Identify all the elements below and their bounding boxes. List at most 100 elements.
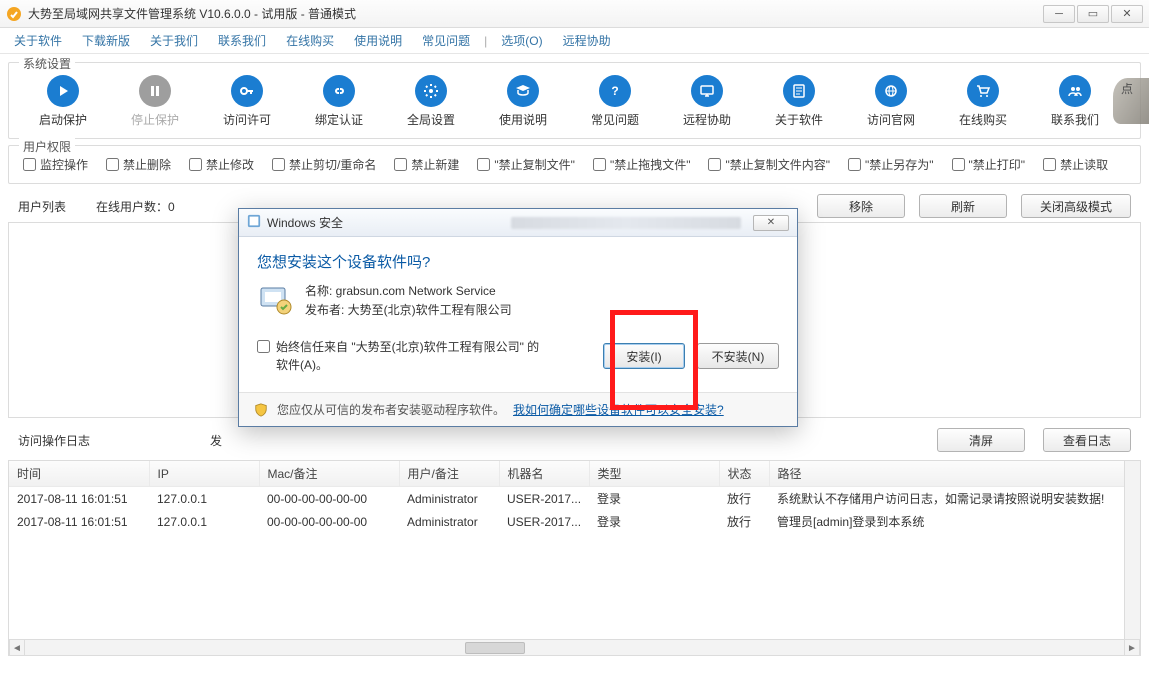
scroll-thumb[interactable] (465, 642, 525, 654)
svg-text:?: ? (611, 84, 618, 98)
perm-input[interactable] (708, 158, 721, 171)
toolbar-key[interactable]: 访问许可 (219, 75, 275, 128)
permission-checkbox[interactable]: "禁止拖拽文件" (593, 156, 691, 173)
toolbar-label: 关于软件 (775, 111, 823, 128)
key-icon (231, 75, 263, 107)
toolbar-play[interactable]: 启动保护 (35, 75, 91, 128)
install-button[interactable]: 安装(I) (603, 343, 685, 369)
perm-input[interactable] (952, 158, 965, 171)
maximize-button[interactable]: ▭ (1077, 5, 1109, 23)
menu-faq[interactable]: 常见问题 (416, 29, 476, 52)
log-header: 访问操作日志 发 清屏 查看日志 (8, 422, 1141, 458)
view-log-button[interactable]: 查看日志 (1043, 428, 1131, 452)
always-trust-input[interactable] (257, 340, 270, 353)
toolbar-link[interactable]: 绑定认证 (311, 75, 367, 128)
log-row[interactable]: 2017-08-11 16:01:51127.0.0.100-00-00-00-… (9, 487, 1140, 511)
perm-input[interactable] (106, 158, 119, 171)
permission-checkbox[interactable]: 监控操作 (23, 156, 88, 173)
perm-input[interactable] (23, 158, 36, 171)
menu-download[interactable]: 下载新版 (76, 29, 136, 52)
menu-contact[interactable]: 联系我们 (212, 29, 272, 52)
toolbar-people[interactable]: 联系我们 (1047, 75, 1103, 128)
permission-checkbox[interactable]: "禁止另存为" (848, 156, 934, 173)
permission-checkbox[interactable]: "禁止打印" (952, 156, 1026, 173)
dialog-footer-link[interactable]: 我如何确定哪些设备软件可以安全安装? (513, 401, 724, 418)
log-col-header[interactable]: 类型 (589, 461, 719, 487)
dialog-icon (247, 214, 261, 231)
permissions-section: 用户权限 监控操作禁止删除禁止修改禁止剪切/重命名禁止新建"禁止复制文件""禁止… (8, 145, 1141, 184)
dialog-name: 名称: grabsun.com Network Service (305, 282, 512, 301)
scroll-right-arrow[interactable]: ► (1124, 640, 1140, 656)
perm-input[interactable] (477, 158, 490, 171)
close-advanced-button[interactable]: 关闭高级模式 (1021, 194, 1131, 218)
windows-security-dialog: Windows 安全 ✕ 您想安装这个设备软件吗? 名称: grabsun.co… (238, 208, 798, 427)
toolbar-label: 在线购买 (959, 111, 1007, 128)
dont-install-button[interactable]: 不安装(N) (697, 343, 779, 369)
screen-icon (691, 75, 723, 107)
dialog-close-button[interactable]: ✕ (753, 215, 789, 231)
permission-checkbox[interactable]: 禁止新建 (394, 156, 459, 173)
toolbar-label: 联系我们 (1051, 111, 1099, 128)
permissions-row: 监控操作 禁止删除 禁止修改 禁止剪切/重命名 禁止新建 "禁止复制文件" "禁止拖拽文件"… (19, 152, 1130, 173)
toolbar-cart[interactable]: 在线购买 (955, 75, 1011, 128)
log-col-header[interactable]: Mac/备注 (259, 461, 399, 487)
menu-buy[interactable]: 在线购买 (280, 29, 340, 52)
toolbar-info[interactable]: 关于软件 (771, 75, 827, 128)
menu-remote[interactable]: 远程协助 (557, 29, 617, 52)
log-col-header[interactable]: 路径 (769, 461, 1139, 487)
log-row[interactable]: 2017-08-11 16:01:51127.0.0.100-00-00-00-… (9, 510, 1140, 533)
toolbar-gear[interactable]: 全局设置 (403, 75, 459, 128)
permission-checkbox[interactable]: "禁止复制文件内容" (708, 156, 830, 173)
toolbar-question[interactable]: ?常见问题 (587, 75, 643, 128)
user-list-buttons: 移除 刷新 关闭高级模式 (817, 194, 1131, 218)
perm-input[interactable] (1043, 158, 1056, 171)
log-table-container: 时间IPMac/备注用户/备注机器名类型状态路径 2017-08-11 16:0… (8, 460, 1141, 656)
permission-checkbox[interactable]: "禁止复制文件" (477, 156, 575, 173)
log-table[interactable]: 时间IPMac/备注用户/备注机器名类型状态路径 2017-08-11 16:0… (9, 461, 1140, 533)
toolbar-label: 远程协助 (683, 111, 731, 128)
vertical-scrollbar[interactable] (1124, 461, 1140, 639)
menu-about-software[interactable]: 关于软件 (8, 29, 68, 52)
perm-input[interactable] (189, 158, 202, 171)
perm-label: 禁止读取 (1060, 156, 1108, 173)
toolbar-screen[interactable]: 远程协助 (679, 75, 735, 128)
permission-checkbox[interactable]: 禁止修改 (189, 156, 254, 173)
permission-checkbox[interactable]: 禁止读取 (1043, 156, 1108, 173)
toolbar-grad[interactable]: 使用说明 (495, 75, 551, 128)
always-trust-checkbox[interactable]: 始终信任来自 "大势至(北京)软件工程有限公司" 的软件(A)。 (257, 338, 547, 374)
online-users: 在线用户数：0 (96, 198, 175, 215)
log-cell: 00-00-00-00-00-00 (259, 487, 399, 511)
dialog-footer-text: 您应仅从可信的发布者安装驱动程序软件。 (277, 401, 505, 418)
toolbar-ie[interactable]: 访问官网 (863, 75, 919, 128)
shield-icon (253, 402, 269, 418)
scroll-left-arrow[interactable]: ◄ (9, 640, 25, 656)
permission-checkbox[interactable]: 禁止删除 (106, 156, 171, 173)
clear-log-button[interactable]: 清屏 (937, 428, 1025, 452)
dialog-titlebar[interactable]: Windows 安全 ✕ (239, 209, 797, 237)
perm-input[interactable] (593, 158, 606, 171)
log-col-header[interactable]: 用户/备注 (399, 461, 499, 487)
menu-options[interactable]: 选项(O) (495, 29, 548, 52)
refresh-button[interactable]: 刷新 (919, 194, 1007, 218)
permission-checkbox[interactable]: 禁止剪切/重命名 (272, 156, 376, 173)
perm-input[interactable] (394, 158, 407, 171)
decorative-rock: 点 (1113, 78, 1149, 124)
menu-manual[interactable]: 使用说明 (348, 29, 408, 52)
toolbar-pause: 停止保护 (127, 75, 183, 128)
minimize-button[interactable]: ─ (1043, 5, 1075, 23)
log-col-header[interactable]: 状态 (719, 461, 769, 487)
dialog-footer: 您应仅从可信的发布者安装驱动程序软件。 我如何确定哪些设备软件可以安全安装? (239, 392, 797, 426)
log-col-header[interactable]: 时间 (9, 461, 149, 487)
cart-icon (967, 75, 999, 107)
menu-separator: | (484, 34, 487, 48)
log-col-header[interactable]: IP (149, 461, 259, 487)
log-col-header[interactable]: 机器名 (499, 461, 589, 487)
close-button[interactable]: ✕ (1111, 5, 1143, 23)
perm-input[interactable] (272, 158, 285, 171)
horizontal-scrollbar[interactable]: ◄ ► (9, 639, 1140, 655)
log-subtitle: 发 (210, 432, 222, 449)
perm-input[interactable] (848, 158, 861, 171)
permissions-title: 用户权限 (19, 138, 75, 155)
menu-about-us[interactable]: 关于我们 (144, 29, 204, 52)
remove-button[interactable]: 移除 (817, 194, 905, 218)
